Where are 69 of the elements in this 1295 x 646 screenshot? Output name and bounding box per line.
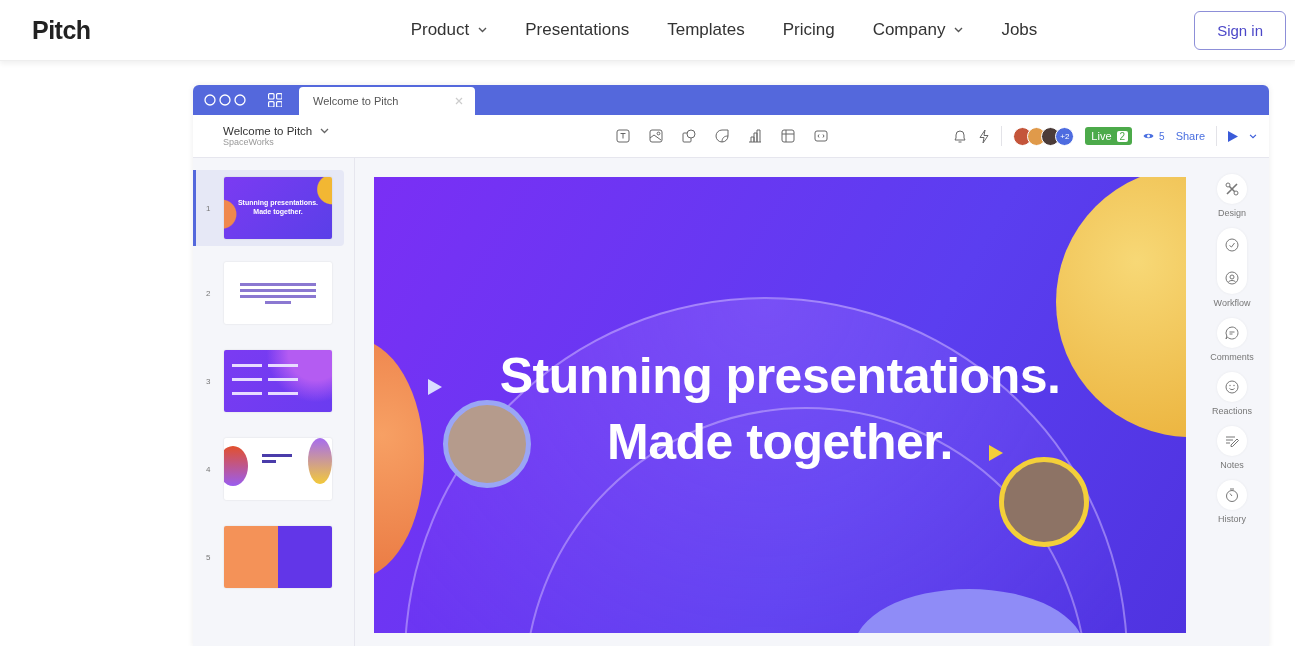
slide-thumbnail[interactable] (224, 438, 332, 500)
timer-icon (1225, 488, 1239, 502)
tool-label: Design (1218, 208, 1246, 218)
slide-headline: Made together. (607, 413, 953, 472)
sign-in-button[interactable]: Sign in (1194, 10, 1286, 50)
slide-list-item[interactable]: 3 (193, 346, 344, 416)
design-icon (1225, 182, 1239, 196)
slide-headline: Stunning presentations. (499, 347, 1061, 406)
user-circle-icon (1225, 270, 1239, 285)
comment-icon (1225, 326, 1239, 340)
cursor-icon (428, 379, 442, 395)
tool-button[interactable] (1217, 318, 1247, 348)
window-dots-icon[interactable] (204, 94, 246, 106)
tool-button[interactable] (1217, 372, 1247, 402)
tool-button[interactable] (1217, 480, 1247, 510)
chevron-down-icon (954, 27, 964, 33)
slide-list-item[interactable]: 4 (193, 434, 344, 504)
slide-list-item[interactable]: 2 (193, 258, 344, 328)
chevron-down-icon[interactable] (320, 128, 330, 134)
slide-thumbnail[interactable] (224, 526, 332, 588)
slide-number: 2 (206, 288, 212, 298)
cursor-icon (989, 445, 1003, 461)
document-tab[interactable]: Welcome to Pitch (299, 87, 475, 115)
play-icon[interactable] (1228, 130, 1238, 142)
presentation-slide[interactable]: Stunning presentations. Made together. (374, 177, 1186, 633)
table-icon[interactable] (781, 129, 795, 143)
tab-title: Welcome to Pitch (313, 95, 399, 107)
pitch-logo[interactable]: Pitch (32, 15, 91, 45)
tool-label: Comments (1210, 352, 1254, 362)
slide-list-item[interactable]: 5 (193, 522, 344, 592)
slide-number: 5 (206, 552, 212, 562)
tool-label: Notes (1220, 460, 1244, 470)
slide-number: 3 (206, 376, 212, 386)
check-circle-icon (1225, 237, 1239, 252)
viewer-count: 5 (1159, 130, 1165, 142)
chevron-down-icon (478, 27, 488, 33)
tool-button[interactable] (1217, 174, 1247, 204)
image-icon[interactable] (649, 129, 663, 143)
tool-label: Workflow (1213, 298, 1251, 308)
chart-icon[interactable] (748, 129, 762, 143)
more-avatars-badge[interactable]: +2 (1055, 126, 1075, 146)
live-count: 2 (1116, 130, 1129, 142)
notes-icon (1225, 434, 1239, 448)
lightning-icon[interactable] (978, 128, 991, 144)
workspace-name: SpaceWorks (223, 137, 275, 147)
slide-thumbnail[interactable] (224, 262, 332, 324)
embed-icon[interactable] (814, 129, 828, 143)
bell-icon[interactable] (953, 128, 968, 144)
nav-link[interactable]: Templates (667, 20, 745, 40)
eye-icon (1143, 132, 1155, 140)
tool-label: Reactions (1212, 406, 1252, 416)
nav-link[interactable]: Pricing (782, 20, 835, 40)
slide-thumbnail[interactable] (224, 350, 332, 412)
workflow-button[interactable] (1217, 228, 1247, 294)
slide-number: 4 (206, 464, 212, 474)
document-title[interactable]: Welcome to Pitch (223, 125, 313, 137)
chevron-down-icon[interactable] (1249, 133, 1257, 139)
sticker-icon[interactable] (715, 129, 729, 143)
share-link[interactable]: Share (1175, 130, 1205, 142)
shapes-icon[interactable] (682, 129, 696, 143)
slide-number: 1 (206, 203, 212, 213)
tool-label: History (1218, 514, 1246, 524)
grid-icon[interactable] (268, 93, 282, 107)
nav-link[interactable]: Presentations (525, 20, 630, 40)
nav-link[interactable]: Jobs (1001, 20, 1038, 40)
text-icon[interactable] (616, 129, 630, 143)
nav-link[interactable]: Company (872, 20, 964, 40)
nav-link[interactable]: Product (410, 20, 488, 40)
smiley-icon (1225, 380, 1239, 394)
